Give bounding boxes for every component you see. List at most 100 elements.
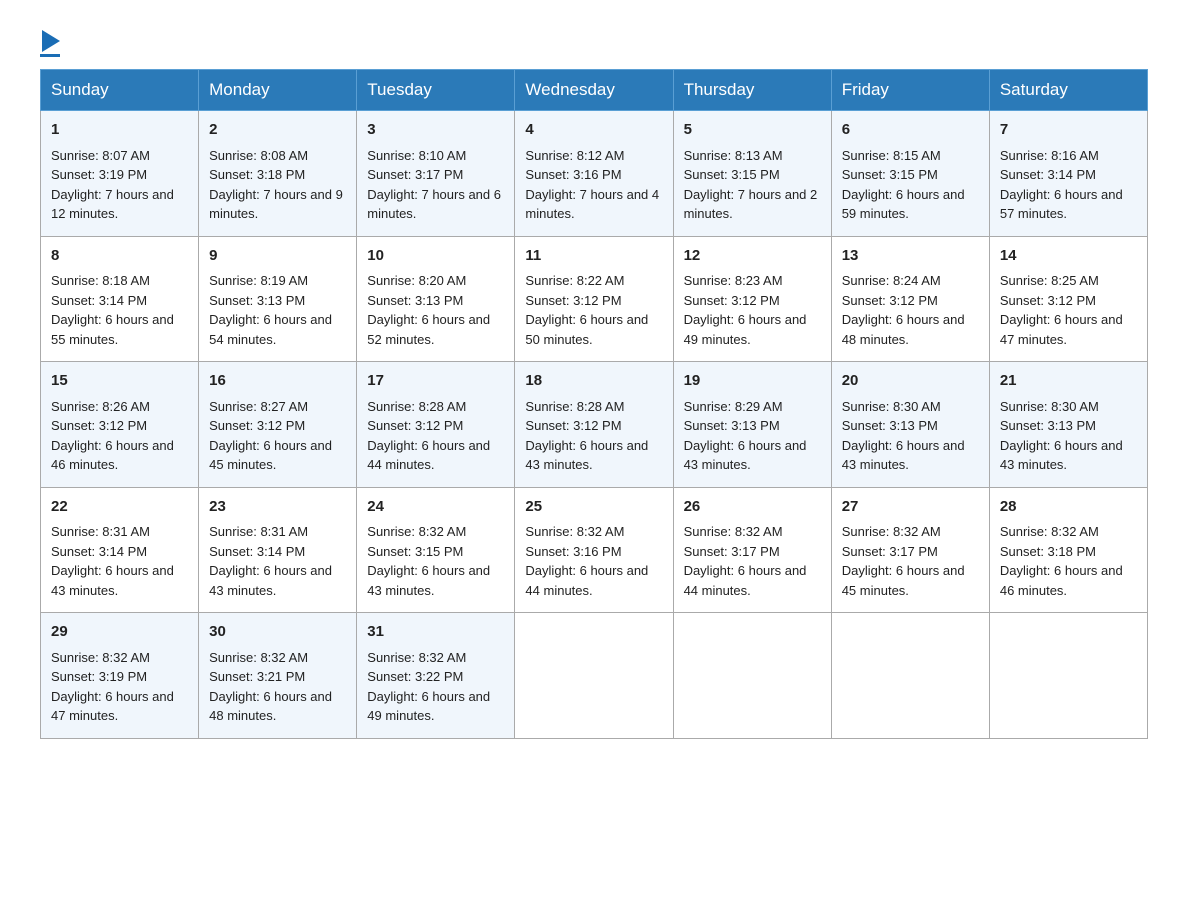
sunset-text: Sunset: 3:22 PM bbox=[367, 669, 463, 684]
sunset-text: Sunset: 3:17 PM bbox=[367, 167, 463, 182]
sunrise-text: Sunrise: 8:30 AM bbox=[842, 399, 941, 414]
daylight-text: Daylight: 7 hours and 12 minutes. bbox=[51, 187, 174, 222]
daylight-text: Daylight: 6 hours and 47 minutes. bbox=[1000, 312, 1123, 347]
day-number: 1 bbox=[51, 119, 188, 142]
sunrise-text: Sunrise: 8:28 AM bbox=[525, 399, 624, 414]
day-number: 2 bbox=[209, 119, 346, 142]
day-number: 10 bbox=[367, 245, 504, 268]
calendar-cell: 16Sunrise: 8:27 AMSunset: 3:12 PMDayligh… bbox=[199, 362, 357, 488]
sunrise-text: Sunrise: 8:32 AM bbox=[842, 524, 941, 539]
daylight-text: Daylight: 6 hours and 49 minutes. bbox=[367, 689, 490, 724]
sunrise-text: Sunrise: 8:32 AM bbox=[525, 524, 624, 539]
sunset-text: Sunset: 3:13 PM bbox=[1000, 418, 1096, 433]
calendar-cell: 27Sunrise: 8:32 AMSunset: 3:17 PMDayligh… bbox=[831, 487, 989, 613]
day-number: 8 bbox=[51, 245, 188, 268]
calendar-cell: 31Sunrise: 8:32 AMSunset: 3:22 PMDayligh… bbox=[357, 613, 515, 739]
sunset-text: Sunset: 3:18 PM bbox=[209, 167, 305, 182]
calendar-cell: 9Sunrise: 8:19 AMSunset: 3:13 PMDaylight… bbox=[199, 236, 357, 362]
calendar-week-row: 15Sunrise: 8:26 AMSunset: 3:12 PMDayligh… bbox=[41, 362, 1148, 488]
sunrise-text: Sunrise: 8:32 AM bbox=[1000, 524, 1099, 539]
sunrise-text: Sunrise: 8:18 AM bbox=[51, 273, 150, 288]
calendar-cell: 25Sunrise: 8:32 AMSunset: 3:16 PMDayligh… bbox=[515, 487, 673, 613]
calendar-week-row: 1 Sunrise: 8:07 AM Sunset: 3:19 PM Daylight… bbox=[41, 111, 1148, 237]
daylight-text: Daylight: 7 hours and 2 minutes. bbox=[684, 187, 818, 222]
sunset-text: Sunset: 3:21 PM bbox=[209, 669, 305, 684]
sunrise-text: Sunrise: 8:32 AM bbox=[209, 650, 308, 665]
calendar-cell bbox=[515, 613, 673, 739]
calendar-cell: 15Sunrise: 8:26 AMSunset: 3:12 PMDayligh… bbox=[41, 362, 199, 488]
day-number: 20 bbox=[842, 370, 979, 393]
logo bbox=[40, 30, 60, 57]
sunset-text: Sunset: 3:12 PM bbox=[525, 418, 621, 433]
sunset-text: Sunset: 3:13 PM bbox=[209, 293, 305, 308]
sunrise-text: Sunrise: 8:27 AM bbox=[209, 399, 308, 414]
day-number: 11 bbox=[525, 245, 662, 268]
daylight-text: Daylight: 6 hours and 43 minutes. bbox=[684, 438, 807, 473]
calendar-cell: 29Sunrise: 8:32 AMSunset: 3:19 PMDayligh… bbox=[41, 613, 199, 739]
daylight-text: Daylight: 6 hours and 46 minutes. bbox=[1000, 563, 1123, 598]
day-number: 17 bbox=[367, 370, 504, 393]
calendar-cell: 22Sunrise: 8:31 AMSunset: 3:14 PMDayligh… bbox=[41, 487, 199, 613]
calendar-cell: 18Sunrise: 8:28 AMSunset: 3:12 PMDayligh… bbox=[515, 362, 673, 488]
sunrise-text: Sunrise: 8:31 AM bbox=[51, 524, 150, 539]
daylight-text: Daylight: 6 hours and 59 minutes. bbox=[842, 187, 965, 222]
daylight-text: Daylight: 6 hours and 44 minutes. bbox=[525, 563, 648, 598]
sunrise-text: Sunrise: 8:29 AM bbox=[684, 399, 783, 414]
logo-triangle-icon bbox=[42, 30, 60, 52]
sunset-text: Sunset: 3:19 PM bbox=[51, 167, 147, 182]
daylight-text: Daylight: 6 hours and 55 minutes. bbox=[51, 312, 174, 347]
sunset-text: Sunset: 3:15 PM bbox=[684, 167, 780, 182]
daylight-text: Daylight: 6 hours and 47 minutes. bbox=[51, 689, 174, 724]
day-number: 9 bbox=[209, 245, 346, 268]
daylight-text: Daylight: 6 hours and 43 minutes. bbox=[525, 438, 648, 473]
daylight-text: Daylight: 6 hours and 43 minutes. bbox=[1000, 438, 1123, 473]
daylight-text: Daylight: 6 hours and 43 minutes. bbox=[367, 563, 490, 598]
calendar-cell: 7Sunrise: 8:16 AMSunset: 3:14 PMDaylight… bbox=[989, 111, 1147, 237]
day-number: 5 bbox=[684, 119, 821, 142]
daylight-text: Daylight: 6 hours and 45 minutes. bbox=[209, 438, 332, 473]
sunrise-text: Sunrise: 8:10 AM bbox=[367, 148, 466, 163]
daylight-text: Daylight: 6 hours and 54 minutes. bbox=[209, 312, 332, 347]
header-thursday: Thursday bbox=[673, 70, 831, 111]
sunrise-text: Sunrise: 8:25 AM bbox=[1000, 273, 1099, 288]
daylight-text: Daylight: 6 hours and 57 minutes. bbox=[1000, 187, 1123, 222]
sunset-text: Sunset: 3:12 PM bbox=[842, 293, 938, 308]
day-number: 31 bbox=[367, 621, 504, 644]
calendar-cell bbox=[989, 613, 1147, 739]
sunset-text: Sunset: 3:12 PM bbox=[209, 418, 305, 433]
sunrise-text: Sunrise: 8:08 AM bbox=[209, 148, 308, 163]
header-wednesday: Wednesday bbox=[515, 70, 673, 111]
sunset-text: Sunset: 3:13 PM bbox=[684, 418, 780, 433]
calendar-cell: 12Sunrise: 8:23 AMSunset: 3:12 PMDayligh… bbox=[673, 236, 831, 362]
sunrise-text: Sunrise: 8:32 AM bbox=[367, 524, 466, 539]
day-number: 23 bbox=[209, 496, 346, 519]
sunset-text: Sunset: 3:13 PM bbox=[367, 293, 463, 308]
sunrise-text: Sunrise: 8:23 AM bbox=[684, 273, 783, 288]
header-saturday: Saturday bbox=[989, 70, 1147, 111]
sunset-text: Sunset: 3:16 PM bbox=[525, 544, 621, 559]
calendar-cell: 24Sunrise: 8:32 AMSunset: 3:15 PMDayligh… bbox=[357, 487, 515, 613]
calendar-cell: 4Sunrise: 8:12 AMSunset: 3:16 PMDaylight… bbox=[515, 111, 673, 237]
calendar-cell bbox=[831, 613, 989, 739]
day-number: 29 bbox=[51, 621, 188, 644]
daylight-text: Daylight: 7 hours and 4 minutes. bbox=[525, 187, 659, 222]
calendar-cell: 10Sunrise: 8:20 AMSunset: 3:13 PMDayligh… bbox=[357, 236, 515, 362]
day-number: 28 bbox=[1000, 496, 1137, 519]
daylight-text: Daylight: 6 hours and 49 minutes. bbox=[684, 312, 807, 347]
sunset-text: Sunset: 3:17 PM bbox=[684, 544, 780, 559]
daylight-text: Daylight: 7 hours and 9 minutes. bbox=[209, 187, 343, 222]
calendar-header-row: SundayMondayTuesdayWednesdayThursdayFrid… bbox=[41, 70, 1148, 111]
calendar-cell: 17Sunrise: 8:28 AMSunset: 3:12 PMDayligh… bbox=[357, 362, 515, 488]
sunrise-text: Sunrise: 8:31 AM bbox=[209, 524, 308, 539]
sunset-text: Sunset: 3:15 PM bbox=[367, 544, 463, 559]
daylight-text: Daylight: 6 hours and 45 minutes. bbox=[842, 563, 965, 598]
daylight-text: Daylight: 6 hours and 48 minutes. bbox=[209, 689, 332, 724]
calendar-cell: 26Sunrise: 8:32 AMSunset: 3:17 PMDayligh… bbox=[673, 487, 831, 613]
sunrise-text: Sunrise: 8:07 AM bbox=[51, 148, 150, 163]
day-number: 19 bbox=[684, 370, 821, 393]
daylight-text: Daylight: 6 hours and 44 minutes. bbox=[367, 438, 490, 473]
daylight-text: Daylight: 6 hours and 44 minutes. bbox=[684, 563, 807, 598]
day-number: 3 bbox=[367, 119, 504, 142]
sunrise-text: Sunrise: 8:13 AM bbox=[684, 148, 783, 163]
sunset-text: Sunset: 3:14 PM bbox=[1000, 167, 1096, 182]
